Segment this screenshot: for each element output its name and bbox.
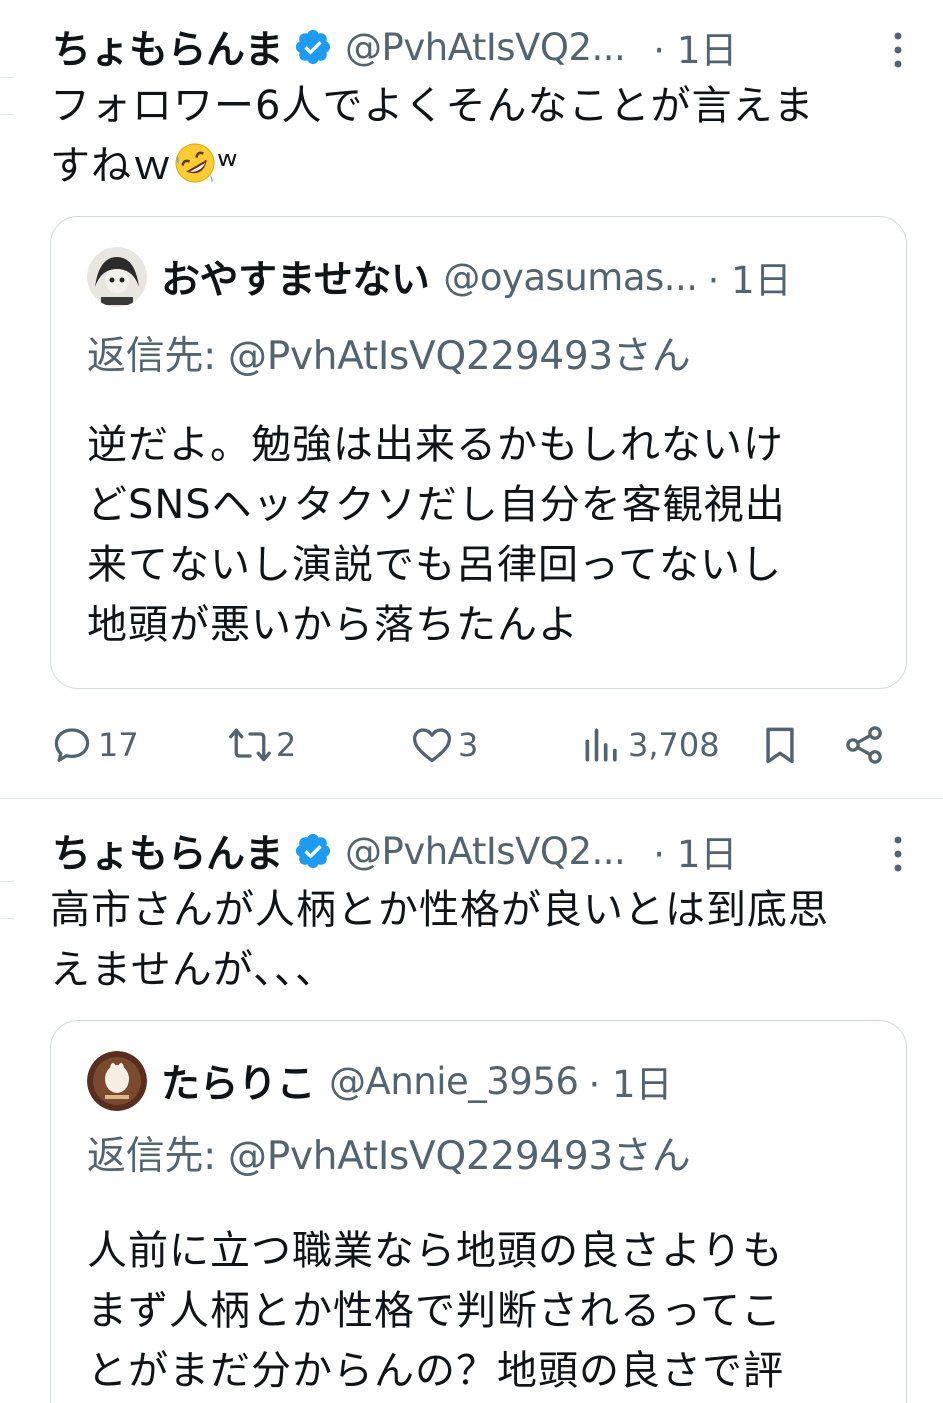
quoted-timestamp[interactable]: · 1日 — [708, 250, 792, 304]
reply-to-label: 返信先: @PvhAtIsVQ229493さん — [87, 334, 691, 379]
quoted-author-handle[interactable]: @oyasumas... — [443, 256, 698, 299]
like-count: 3 — [458, 726, 479, 764]
quoted-tweet-header: たらりこ @Annie_3956 · 1日 — [87, 1051, 886, 1111]
tweet-text-line: 高市さんが人柄とか性格が良いとは到底思 — [50, 887, 829, 933]
quoted-text-line: 地頭が悪いから落ちたんよ — [87, 602, 579, 648]
thread-line — [0, 918, 14, 919]
quoted-timestamp[interactable]: · 1日 — [588, 1054, 672, 1108]
tweet-text-line: えませんが、、、 — [50, 947, 336, 993]
quoted-author-name[interactable]: たらりこ — [161, 1053, 316, 1109]
quoted-text-line: 人前に立つ職業なら地頭の良さよりも — [87, 1228, 784, 1274]
quoted-tweet[interactable]: たらりこ @Annie_3956 · 1日 返信先: @PvhAtIsVQ229… — [50, 1020, 907, 1403]
quoted-text-line: とがまだ分からんの？地頭の良さで評 — [87, 1348, 784, 1394]
rolling-on-floor-laughing-emoji — [175, 143, 215, 183]
quoted-text-line: 逆だよ。勉強は出来るかもしれないけ — [87, 422, 784, 468]
bookmark-icon — [766, 727, 794, 764]
quoted-text-line: 来てないし演説でも呂律回ってないし — [87, 542, 782, 588]
retweet-count: 2 — [276, 726, 297, 764]
reply-to-label: 返信先: @PvhAtIsVQ229493さん — [87, 1134, 691, 1179]
tweet-header: ちょもらんま @PvhAtIsVQ2... · 1日 — [52, 821, 923, 881]
tweet-text-line: フォロワー6人でよくそんなことが言えま — [50, 83, 815, 129]
retweet-icon — [229, 728, 271, 762]
avatar[interactable] — [87, 247, 147, 307]
tweet-header: ちょもらんま @PvhAtIsVQ2... · 1日 — [52, 17, 923, 77]
verified-badge-icon — [295, 29, 331, 65]
like-button[interactable]: 3 — [410, 715, 478, 775]
thread-line — [0, 881, 14, 882]
timestamp[interactable]: · 1日 — [653, 824, 737, 878]
more-vertical-icon[interactable] — [883, 834, 913, 874]
reply-bubble-icon — [54, 728, 90, 762]
quoted-text-line: どSNSヘッタクソだし自分を客観視出 — [87, 482, 786, 528]
avatar[interactable] — [87, 1051, 147, 1111]
share-button[interactable] — [842, 715, 886, 775]
more-vertical-icon[interactable] — [883, 30, 913, 70]
quoted-author-name[interactable]: おやすませない — [161, 249, 430, 305]
tweet-text: フォロワー6人でよくそんなことが言えま すねｗ ʷ — [50, 76, 910, 196]
thread-line — [0, 77, 14, 78]
author-handle[interactable]: @PvhAtIsVQ2... — [345, 830, 626, 873]
retweet-button[interactable]: 2 — [228, 715, 296, 775]
quoted-author-handle[interactable]: @Annie_3956 — [329, 1060, 579, 1103]
tweet-text-fragment: すねｗ — [50, 143, 173, 189]
reply-count: 17 — [98, 726, 139, 764]
heart-icon — [412, 728, 452, 763]
timestamp[interactable]: · 1日 — [653, 20, 737, 74]
quoted-tweet-text: 逆だよ。勉強は出来るかもしれないけ どSNSヘッタクソだし自分を客観視出 来てな… — [87, 415, 887, 655]
views-button[interactable]: 3,708 — [580, 715, 720, 775]
thread-line — [0, 114, 14, 115]
tweet-text-fragment: ʷ — [217, 143, 239, 189]
tweet-text: 高市さんが人柄とか性格が良いとは到底思 えませんが、、、 — [50, 880, 910, 1000]
quoted-tweet-text: 人前に立つ職業なら地頭の良さよりも まず人柄とか性格で判断されるってこ とがまだ… — [87, 1221, 887, 1401]
tweet[interactable]: ちょもらんま @PvhAtIsVQ2... · 1日 高市さんが人柄とか性格が良… — [0, 798, 943, 1403]
bookmark-button[interactable] — [758, 715, 802, 775]
share-icon — [846, 726, 882, 764]
reply-button[interactable]: 17 — [50, 715, 139, 775]
quoted-text-line: まず人柄とか性格で判断されるってこ — [87, 1288, 782, 1334]
view-count: 3,708 — [628, 726, 720, 764]
tweet-actions: 17 2 3 3,708 — [0, 715, 943, 775]
tweet-text-line: すねｗ ʷ — [50, 136, 910, 196]
quoted-tweet[interactable]: おやすませない @oyasumas... · 1日 返信先: @PvhAtIsV… — [50, 216, 907, 689]
verified-badge-icon — [295, 833, 331, 869]
views-bar-chart-icon — [585, 728, 617, 762]
author-name[interactable]: ちょもらんま — [52, 19, 284, 75]
author-handle[interactable]: @PvhAtIsVQ2... — [345, 26, 626, 69]
quoted-tweet-header: おやすませない @oyasumas... · 1日 — [87, 247, 886, 307]
author-name[interactable]: ちょもらんま — [52, 823, 284, 879]
tweet[interactable]: ちょもらんま @PvhAtIsVQ2... · 1日 フォロワー6人でよくそんな… — [0, 0, 943, 798]
